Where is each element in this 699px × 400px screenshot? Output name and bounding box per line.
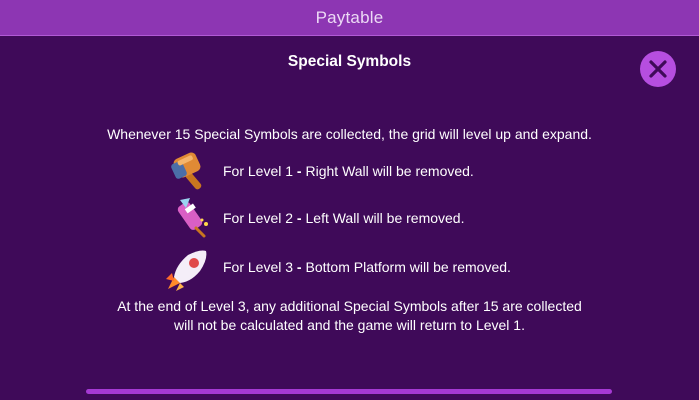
level-1-text: For Level 1 - Right Wall will be removed… — [223, 163, 474, 179]
header-title: Paytable — [315, 7, 384, 27]
firework-rocket-icon — [177, 198, 208, 238]
hammer-icon — [171, 152, 202, 190]
outro-line-1: At the end of Level 3, any additional Sp… — [117, 298, 582, 314]
rocket-icon — [166, 250, 207, 291]
level-2-text: For Level 2 - Left Wall will be removed. — [223, 210, 465, 226]
level-1-row: For Level 1 - Right Wall will be removed… — [166, 150, 566, 192]
section-title: Special Symbols — [287, 53, 412, 70]
horizontal-scrollbar[interactable] — [86, 389, 612, 394]
outro-line-2: will not be calculated and the game will… — [174, 317, 525, 333]
level-2-row: For Level 2 - Left Wall will be removed. — [166, 197, 566, 239]
level-3-row: For Level 3 - Bottom Platform will be re… — [166, 246, 566, 291]
level-3-text: For Level 3 - Bottom Platform will be re… — [223, 259, 511, 275]
paytable-header: Paytable — [0, 0, 699, 36]
intro-text: Whenever 15 Special Symbols are collecte… — [107, 126, 592, 142]
outro-text: At the end of Level 3, any additional Sp… — [0, 297, 699, 335]
